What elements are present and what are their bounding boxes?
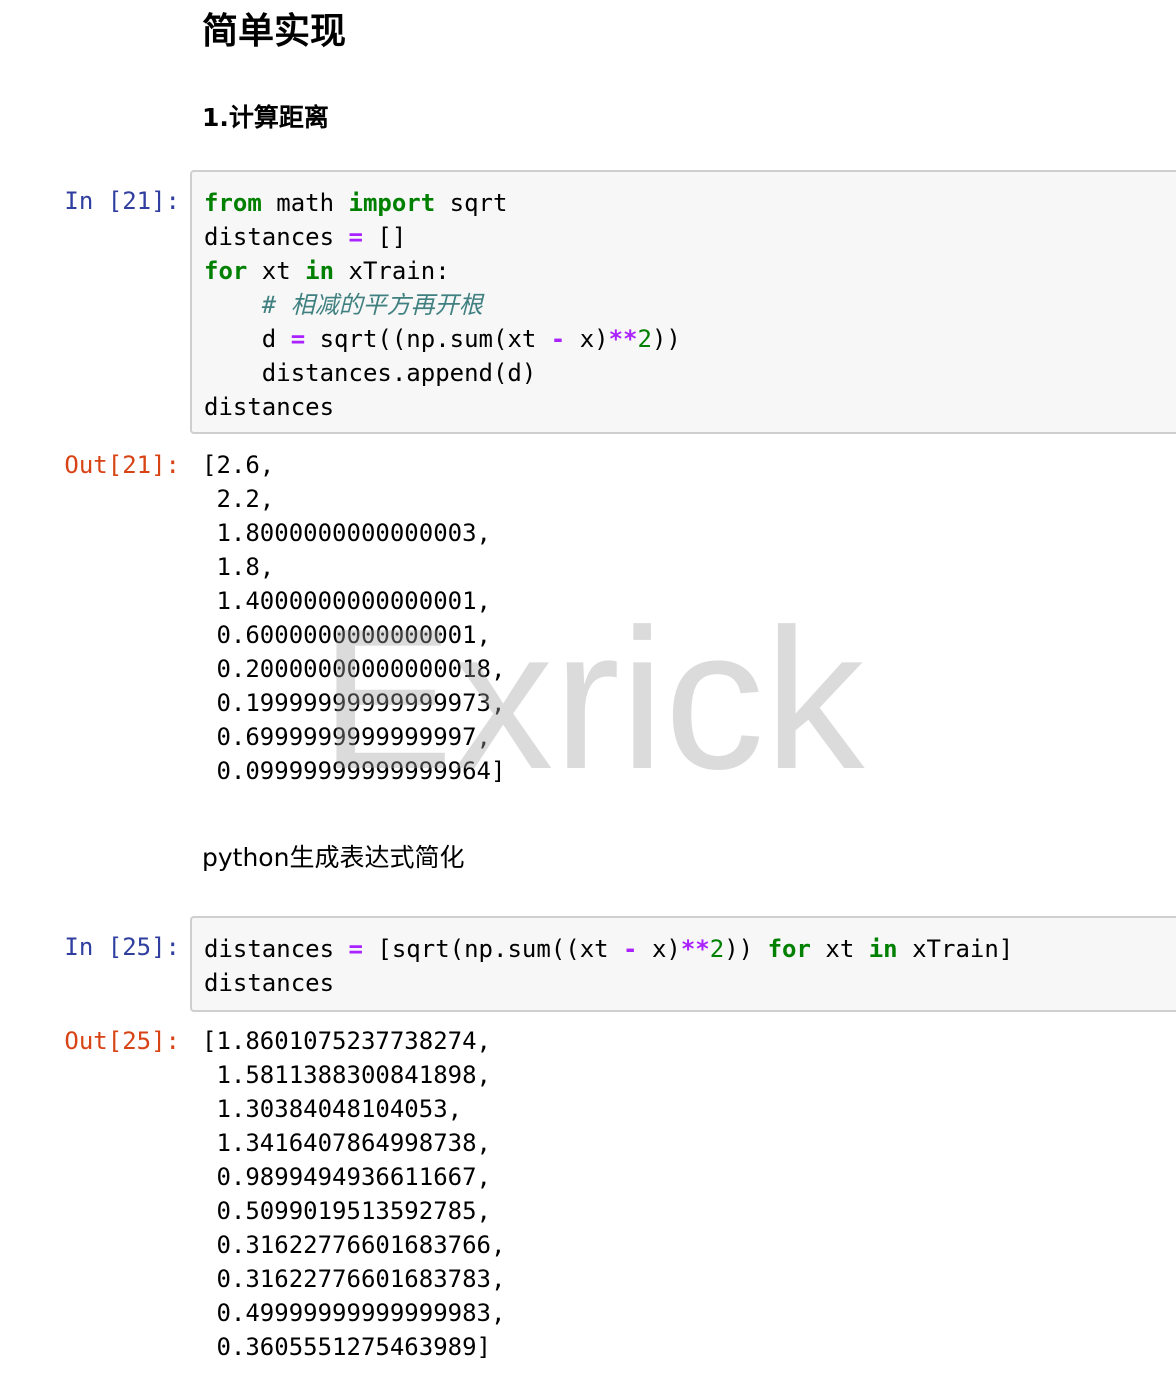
code-operator: - [550, 325, 566, 353]
markdown-paragraph: python生成表达式简化 [202, 843, 465, 872]
code-operator: ** [680, 935, 710, 963]
section-heading: 简单实现 [202, 11, 347, 52]
code-operator: = [290, 325, 306, 353]
cell-1-input-prompt: In [21]: [64, 187, 180, 215]
code-text: x) [637, 935, 681, 963]
cell-2-output: [1.8601075237738274, 1.5811388300841898,… [202, 1027, 506, 1361]
code-text: xt [247, 257, 306, 285]
code-keyword: from [204, 189, 262, 217]
code-number: 2 [637, 325, 652, 353]
code-text: distances [204, 393, 335, 421]
code-text: [sqrt(np.sum((xt [362, 935, 624, 963]
cell-2-input-prompt: In [25]: [64, 933, 180, 961]
code-keyword: in [868, 935, 898, 963]
code-text: distances.append(d) [204, 359, 537, 387]
cell-1-code-input[interactable]: from math import sqrt distances = [] for… [190, 170, 1176, 434]
code-text: )) [724, 935, 768, 963]
cell-1-code: from math import sqrt distances = [] for… [192, 172, 1176, 424]
code-operator: - [623, 935, 638, 963]
code-text: d [204, 325, 291, 353]
code-keyword: for [767, 935, 811, 963]
code-text: )) [651, 325, 681, 353]
code-comment: # 相减的平方再开根 [261, 291, 483, 319]
cell-1-output: [2.6, 2.2, 1.8000000000000003, 1.8, 1.40… [202, 451, 506, 785]
cell-2-code-input[interactable]: distances = [sqrt(np.sum((xt - x)**2)) f… [190, 916, 1176, 1012]
code-operator: = [348, 935, 363, 963]
code-number: 2 [709, 935, 725, 963]
code-operator: ** [608, 325, 638, 353]
cell-2-output-prompt: Out[25]: [64, 1027, 180, 1055]
code-keyword: in [305, 257, 335, 285]
subsection-heading: 1.计算距离 [202, 103, 329, 132]
code-text: sqrt((np.sum(xt [305, 325, 551, 353]
code-text: x) [565, 325, 609, 353]
code-operator: = [348, 223, 363, 251]
code-keyword: import [348, 189, 436, 217]
code-text: math [261, 189, 349, 217]
code-text: distances [204, 223, 349, 251]
code-text: xTrain: [334, 257, 450, 285]
cell-2-code: distances = [sqrt(np.sum((xt - x)**2)) f… [192, 918, 1176, 1000]
code-text: distances [204, 969, 335, 997]
code-text: xt [810, 935, 869, 963]
cell-1-output-prompt: Out[21]: [64, 451, 180, 479]
code-text: sqrt [435, 189, 508, 217]
code-text: [] [362, 223, 407, 251]
code-keyword: for [204, 257, 248, 285]
code-text: xTrain] [897, 935, 1014, 963]
code-text: distances [204, 935, 349, 963]
